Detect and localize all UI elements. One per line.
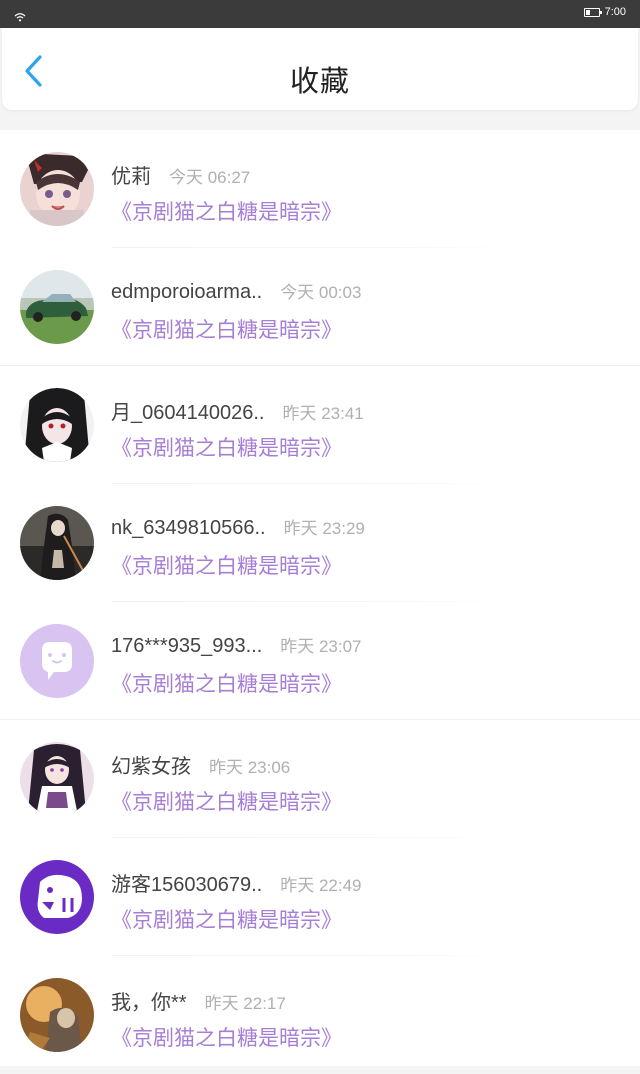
book-title-link[interactable]: 《京剧猫之白糖是暗宗》 bbox=[111, 1022, 342, 1052]
default-chat-avatar bbox=[20, 624, 94, 698]
anime-girl-avatar bbox=[20, 152, 94, 226]
username: nk_6349810566.. bbox=[111, 517, 266, 539]
timestamp: 昨天 22:49 bbox=[280, 876, 362, 895]
status-bar: 7:00 bbox=[0, 0, 640, 28]
timestamp: 昨天 23:06 bbox=[209, 758, 291, 777]
book-title-link[interactable]: 《京剧猫之白糖是暗宗》 bbox=[111, 668, 342, 698]
wifi-icon bbox=[14, 7, 26, 26]
anime-figure-avatar bbox=[20, 506, 94, 580]
timestamp: 昨天 23:07 bbox=[280, 637, 362, 656]
username: 我，你** bbox=[111, 992, 187, 1014]
timestamp: 昨天 23:29 bbox=[283, 519, 365, 538]
purple-mascot-avatar bbox=[20, 860, 94, 934]
battery-icon bbox=[583, 7, 602, 17]
green-car-avatar bbox=[20, 270, 94, 344]
list-item[interactable]: 月_0604140026.. 昨天 23:41 《京剧猫之白糖是暗宗》 bbox=[0, 366, 640, 484]
status-right: 7:00 bbox=[583, 6, 626, 18]
anime-girl-purple-avatar bbox=[20, 742, 94, 816]
list-item[interactable]: 幻紫女孩 昨天 23:06 《京剧猫之白糖是暗宗》 bbox=[0, 720, 640, 838]
timestamp: 昨天 22:17 bbox=[204, 994, 286, 1013]
book-title-link[interactable]: 《京剧猫之白糖是暗宗》 bbox=[111, 196, 342, 226]
page-title: 收藏 bbox=[289, 64, 350, 98]
list-item[interactable]: 我，你** 昨天 22:17 《京剧猫之白糖是暗宗》 bbox=[0, 956, 640, 1074]
timestamp: 今天 06:27 bbox=[169, 168, 251, 187]
book-title-link[interactable]: 《京剧猫之白糖是暗宗》 bbox=[111, 904, 342, 934]
book-title-link[interactable]: 《京剧猫之白糖是暗宗》 bbox=[111, 786, 342, 816]
list-item[interactable]: 176***935_993... 昨天 23:07 《京剧猫之白糖是暗宗》 bbox=[0, 602, 640, 720]
book-title-link[interactable]: 《京剧猫之白糖是暗宗》 bbox=[111, 550, 342, 580]
dark-hair-girl-avatar bbox=[20, 388, 94, 462]
book-title-link[interactable]: 《京剧猫之白糖是暗宗》 bbox=[111, 432, 342, 462]
username: 176***935_993... bbox=[111, 635, 263, 657]
username: edmporoioarma.. bbox=[111, 281, 263, 303]
username: 优莉 bbox=[111, 166, 151, 188]
golden-art-avatar bbox=[20, 978, 94, 1052]
timestamp: 今天 00:03 bbox=[280, 283, 362, 302]
book-title-link[interactable]: 《京剧猫之白糖是暗宗》 bbox=[111, 314, 342, 344]
timestamp: 昨天 23:41 bbox=[282, 404, 364, 423]
header-bar: 收藏 bbox=[2, 28, 638, 110]
username: 游客156030679.. bbox=[111, 874, 263, 896]
username: 幻紫女孩 bbox=[111, 756, 191, 778]
username: 月_0604140026.. bbox=[111, 402, 265, 424]
favorites-list: 优莉 今天 06:27 《京剧猫之白糖是暗宗》 edmporoioarma.. … bbox=[0, 130, 640, 1066]
list-item[interactable]: 游客156030679.. 昨天 22:49 《京剧猫之白糖是暗宗》 bbox=[0, 838, 640, 956]
status-time: 7:00 bbox=[604, 6, 626, 18]
list-item[interactable]: edmporoioarma.. 今天 00:03 《京剧猫之白糖是暗宗》 bbox=[0, 248, 640, 366]
list-item[interactable]: 优莉 今天 06:27 《京剧猫之白糖是暗宗》 bbox=[0, 130, 640, 248]
list-item[interactable]: nk_6349810566.. 昨天 23:29 《京剧猫之白糖是暗宗》 bbox=[0, 484, 640, 602]
